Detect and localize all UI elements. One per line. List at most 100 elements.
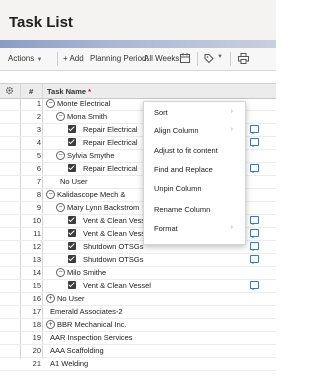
page-title: Task List bbox=[9, 14, 73, 31]
collapse-icon[interactable]: − bbox=[46, 190, 55, 199]
comment-icon[interactable] bbox=[250, 229, 259, 238]
table-row[interactable]: 20 AAA Scaffolding bbox=[0, 345, 276, 358]
menu-item-sort[interactable]: Sort › bbox=[154, 108, 239, 117]
task-name[interactable]: Mary Lynn Backstrom bbox=[67, 203, 139, 212]
menu-item-label: Align Column bbox=[154, 126, 199, 135]
comment-icon[interactable] bbox=[250, 138, 259, 147]
row-number: 10 bbox=[32, 216, 41, 225]
task-name[interactable]: BBR Mechanical Inc. bbox=[57, 320, 127, 329]
row-number: 8 bbox=[36, 190, 41, 199]
task-name[interactable]: No User bbox=[60, 177, 88, 186]
task-name[interactable]: A1 Welding bbox=[50, 359, 88, 368]
comment-icon[interactable] bbox=[250, 216, 259, 225]
menu-item-label: Unpin Column bbox=[154, 184, 202, 193]
task-name[interactable]: Mona Smith bbox=[67, 112, 107, 121]
comment-icon[interactable] bbox=[250, 125, 259, 134]
task-name[interactable]: Sylvia Smythe bbox=[67, 151, 115, 160]
menu-item-label: Format bbox=[154, 224, 178, 233]
row-number: 21 bbox=[32, 359, 41, 368]
collapse-icon[interactable]: − bbox=[56, 268, 65, 277]
row-number: 18 bbox=[32, 320, 41, 329]
toolbar-divider bbox=[197, 52, 198, 66]
actions-label: Actions bbox=[8, 54, 35, 63]
checkbox-checked-icon[interactable] bbox=[68, 229, 76, 237]
task-name[interactable]: Milo Smithe bbox=[67, 268, 106, 277]
table-row[interactable]: 18 + BBR Mechanical Inc. bbox=[0, 319, 276, 332]
collapse-icon[interactable]: − bbox=[56, 151, 65, 160]
checkbox-checked-icon[interactable] bbox=[68, 164, 76, 172]
row-number: 13 bbox=[32, 255, 41, 264]
header-banner bbox=[0, 40, 276, 48]
row-number: 3 bbox=[36, 125, 41, 134]
tag-chevron-down-icon[interactable]: ▼ bbox=[217, 54, 223, 60]
task-name[interactable]: AAR Inspection Services bbox=[50, 333, 133, 342]
table-row[interactable]: 13 Shutdown OTSGs bbox=[0, 254, 276, 267]
checkbox-checked-icon[interactable] bbox=[68, 242, 76, 250]
checkbox-checked-icon[interactable] bbox=[68, 125, 76, 133]
menu-item-find-and-replace[interactable]: Find and Replace bbox=[154, 165, 239, 174]
table-row[interactable]: 14 − Milo Smithe bbox=[0, 267, 276, 280]
task-name-header[interactable]: Task Name * bbox=[47, 87, 91, 96]
collapse-icon[interactable]: − bbox=[56, 203, 65, 212]
row-number: 6 bbox=[36, 164, 41, 173]
chevron-right-icon: › bbox=[230, 126, 233, 133]
task-name[interactable]: Vent & Clean Vessel bbox=[83, 216, 151, 225]
comment-icon[interactable] bbox=[250, 255, 259, 264]
row-number: 17 bbox=[32, 307, 41, 316]
row-number: 14 bbox=[32, 268, 41, 277]
calendar-icon[interactable] bbox=[180, 53, 190, 63]
task-name[interactable]: Kalidascope Mech & bbox=[57, 190, 125, 199]
task-name[interactable]: Vent & Clean Vessel bbox=[83, 229, 151, 238]
table-row[interactable]: 19 AAR Inspection Services bbox=[0, 332, 276, 345]
checkbox-checked-icon[interactable] bbox=[68, 216, 76, 224]
task-name[interactable]: Repair Electrical bbox=[83, 138, 138, 147]
menu-item-align-column[interactable]: Align Column › bbox=[154, 126, 239, 135]
row-number: 7 bbox=[36, 177, 41, 186]
actions-menu-button[interactable]: Actions ▼ bbox=[8, 54, 42, 63]
settings-gear-icon[interactable] bbox=[5, 86, 14, 95]
chevron-right-icon: › bbox=[230, 108, 233, 115]
collapse-icon[interactable]: − bbox=[56, 112, 65, 121]
checkbox-checked-icon[interactable] bbox=[68, 281, 76, 289]
menu-item-label: Find and Replace bbox=[154, 165, 213, 174]
task-name[interactable]: Vent & Clean Vessel bbox=[83, 281, 151, 290]
tag-icon[interactable] bbox=[204, 53, 214, 64]
toolbar: Actions ▼ + Add Planning Period: All Wee… bbox=[0, 48, 276, 71]
task-name[interactable]: Emerald Associates-2 bbox=[50, 307, 123, 316]
table-row[interactable]: 21 A1 Welding bbox=[0, 358, 276, 371]
checkbox-checked-icon[interactable] bbox=[68, 255, 76, 263]
task-name[interactable]: Monte Electrical bbox=[57, 99, 110, 108]
task-name[interactable]: No User bbox=[57, 294, 85, 303]
menu-item-rename-column[interactable]: Rename Column bbox=[154, 205, 239, 214]
row-number: 1 bbox=[36, 99, 41, 108]
task-name[interactable]: Shutdown OTSGs bbox=[83, 242, 143, 251]
comment-icon[interactable] bbox=[250, 242, 259, 251]
task-name[interactable]: Repair Electrical bbox=[83, 164, 138, 173]
task-name[interactable]: AAA Scaffolding bbox=[50, 346, 104, 355]
add-button[interactable]: + Add bbox=[63, 54, 84, 63]
menu-item-unpin-column[interactable]: Unpin Column bbox=[154, 184, 239, 193]
comment-icon[interactable] bbox=[250, 164, 259, 173]
task-name[interactable]: Repair Electrical bbox=[83, 125, 138, 134]
menu-item-adjust-to-fit-content[interactable]: Adjust to fit content bbox=[154, 146, 239, 155]
row-number: 16 bbox=[32, 294, 41, 303]
task-name[interactable]: Shutdown OTSGs bbox=[83, 255, 143, 264]
menu-item-label: Sort bbox=[154, 108, 168, 117]
comment-icon[interactable] bbox=[250, 281, 259, 290]
toolbar-divider bbox=[230, 52, 231, 66]
context-menu: Sort › Align Column › Adjust to fit content F… bbox=[143, 101, 246, 245]
row-number: 5 bbox=[36, 151, 41, 160]
menu-item-format[interactable]: Format › bbox=[154, 224, 239, 233]
chevron-right-icon: › bbox=[230, 224, 233, 231]
row-number: 4 bbox=[36, 138, 41, 147]
checkbox-checked-icon[interactable] bbox=[68, 138, 76, 146]
print-icon[interactable] bbox=[238, 53, 249, 64]
row-number: 11 bbox=[33, 229, 41, 238]
table-row[interactable]: 16 + No User bbox=[0, 293, 276, 306]
table-row[interactable]: 15 Vent & Clean Vessel bbox=[0, 280, 276, 293]
expand-icon[interactable]: + bbox=[46, 294, 55, 303]
expand-icon[interactable]: + bbox=[46, 320, 55, 329]
table-row[interactable]: 17 Emerald Associates-2 bbox=[0, 306, 276, 319]
collapse-icon[interactable]: − bbox=[46, 99, 55, 108]
planning-period-select[interactable]: All Weeks bbox=[144, 54, 179, 63]
